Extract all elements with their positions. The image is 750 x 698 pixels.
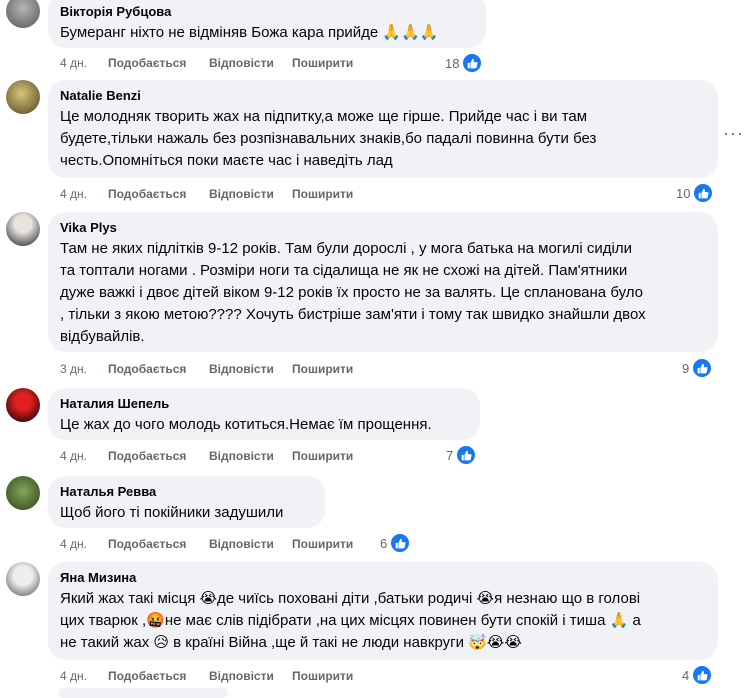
reply-action[interactable]: Відповісти: [209, 448, 274, 464]
like-action[interactable]: Подобається: [108, 186, 186, 202]
reply-action[interactable]: Відповісти: [209, 668, 274, 684]
like-action[interactable]: Подобається: [108, 448, 186, 464]
more-options-icon[interactable]: ···: [723, 123, 744, 144]
comment-text: Щоб його ті покійники задушили: [60, 504, 284, 521]
comment-text: Бумеранг ніхто не відміняв Божа кара при…: [60, 24, 439, 41]
like-action[interactable]: Подобається: [108, 361, 186, 377]
comment-bubble: Наталья Ревва Щоб його ті покійники заду…: [48, 476, 325, 528]
thumbs-up-icon: [691, 664, 714, 686]
avatar[interactable]: [6, 476, 40, 510]
avatar[interactable]: [6, 0, 40, 28]
comment-author[interactable]: Яна Мизина: [60, 570, 706, 586]
comment-author[interactable]: Natalie Benzi: [60, 88, 706, 104]
thumbs-up-icon: [461, 52, 484, 74]
comment-text: Це жах до чого молодь котиться.Немає їм …: [60, 416, 432, 433]
reply-action[interactable]: Відповісти: [209, 536, 274, 552]
share-action[interactable]: Поширити: [292, 668, 353, 684]
reaction-count[interactable]: 6: [380, 532, 412, 554]
reply-action[interactable]: Відповісти: [209, 55, 274, 71]
reaction-count[interactable]: 9: [682, 357, 714, 379]
comment-time[interactable]: 4 дн.: [60, 448, 87, 464]
comment-author[interactable]: Наталия Шепель: [60, 396, 468, 412]
thumbs-up-icon: [455, 444, 478, 466]
share-action[interactable]: Поширити: [292, 55, 353, 71]
like-action[interactable]: Подобається: [108, 536, 186, 552]
comment-time[interactable]: 4 дн.: [60, 186, 87, 202]
comment-bubble: Яна Мизина Який жах такі місця 😭де чиїсь…: [48, 562, 718, 660]
reply-action[interactable]: Відповісти: [209, 361, 274, 377]
comment-time[interactable]: 4 дн.: [60, 55, 87, 71]
comment-author[interactable]: Вікторія Рубцова: [60, 4, 474, 20]
avatar[interactable]: [6, 388, 40, 422]
comment-bubble: Наталия Шепель Це жах до чого молодь кот…: [48, 388, 480, 440]
thumbs-up-icon: [389, 532, 412, 554]
comment-author[interactable]: Vika Plys: [60, 220, 706, 236]
comment-bubble: Natalie Benzi Це молодняк творить жах на…: [48, 80, 718, 178]
share-action[interactable]: Поширити: [292, 448, 353, 464]
share-action[interactable]: Поширити: [292, 361, 353, 377]
comment-author[interactable]: Наталья Ревва: [60, 484, 313, 500]
avatar[interactable]: [6, 212, 40, 246]
thumbs-up-icon: [692, 182, 715, 204]
comment-text: Який жах такі місця 😭де чиїсь поховані д…: [60, 590, 641, 651]
comment-text: Це молодняк творить жах на підпитку,а мо…: [60, 108, 597, 169]
comment-bubble: Vika Plys Там не яких підлітків 9-12 рок…: [48, 212, 718, 352]
reaction-count[interactable]: 7: [446, 444, 478, 466]
avatar[interactable]: [6, 80, 40, 114]
share-action[interactable]: Поширити: [292, 536, 353, 552]
reaction-count[interactable]: 4: [682, 664, 714, 686]
reaction-count[interactable]: 18: [445, 52, 484, 74]
thumbs-up-icon: [691, 357, 714, 379]
share-action[interactable]: Поширити: [292, 186, 353, 202]
comment-time[interactable]: 4 дн.: [60, 536, 87, 552]
reply-action[interactable]: Відповісти: [209, 186, 274, 202]
like-action[interactable]: Подобається: [108, 55, 186, 71]
comment-bubble: Вікторія Рубцова Бумеранг ніхто не відмі…: [48, 0, 486, 48]
like-action[interactable]: Подобається: [108, 668, 186, 684]
comment-text: Там не яких підлітків 9-12 років. Там бу…: [60, 240, 646, 345]
comment-time[interactable]: 4 дн.: [60, 668, 87, 684]
reaction-count[interactable]: 10: [676, 182, 715, 204]
avatar[interactable]: [6, 562, 40, 596]
comment-time[interactable]: 3 дн.: [60, 361, 87, 377]
next-comment-bubble: [58, 688, 228, 698]
